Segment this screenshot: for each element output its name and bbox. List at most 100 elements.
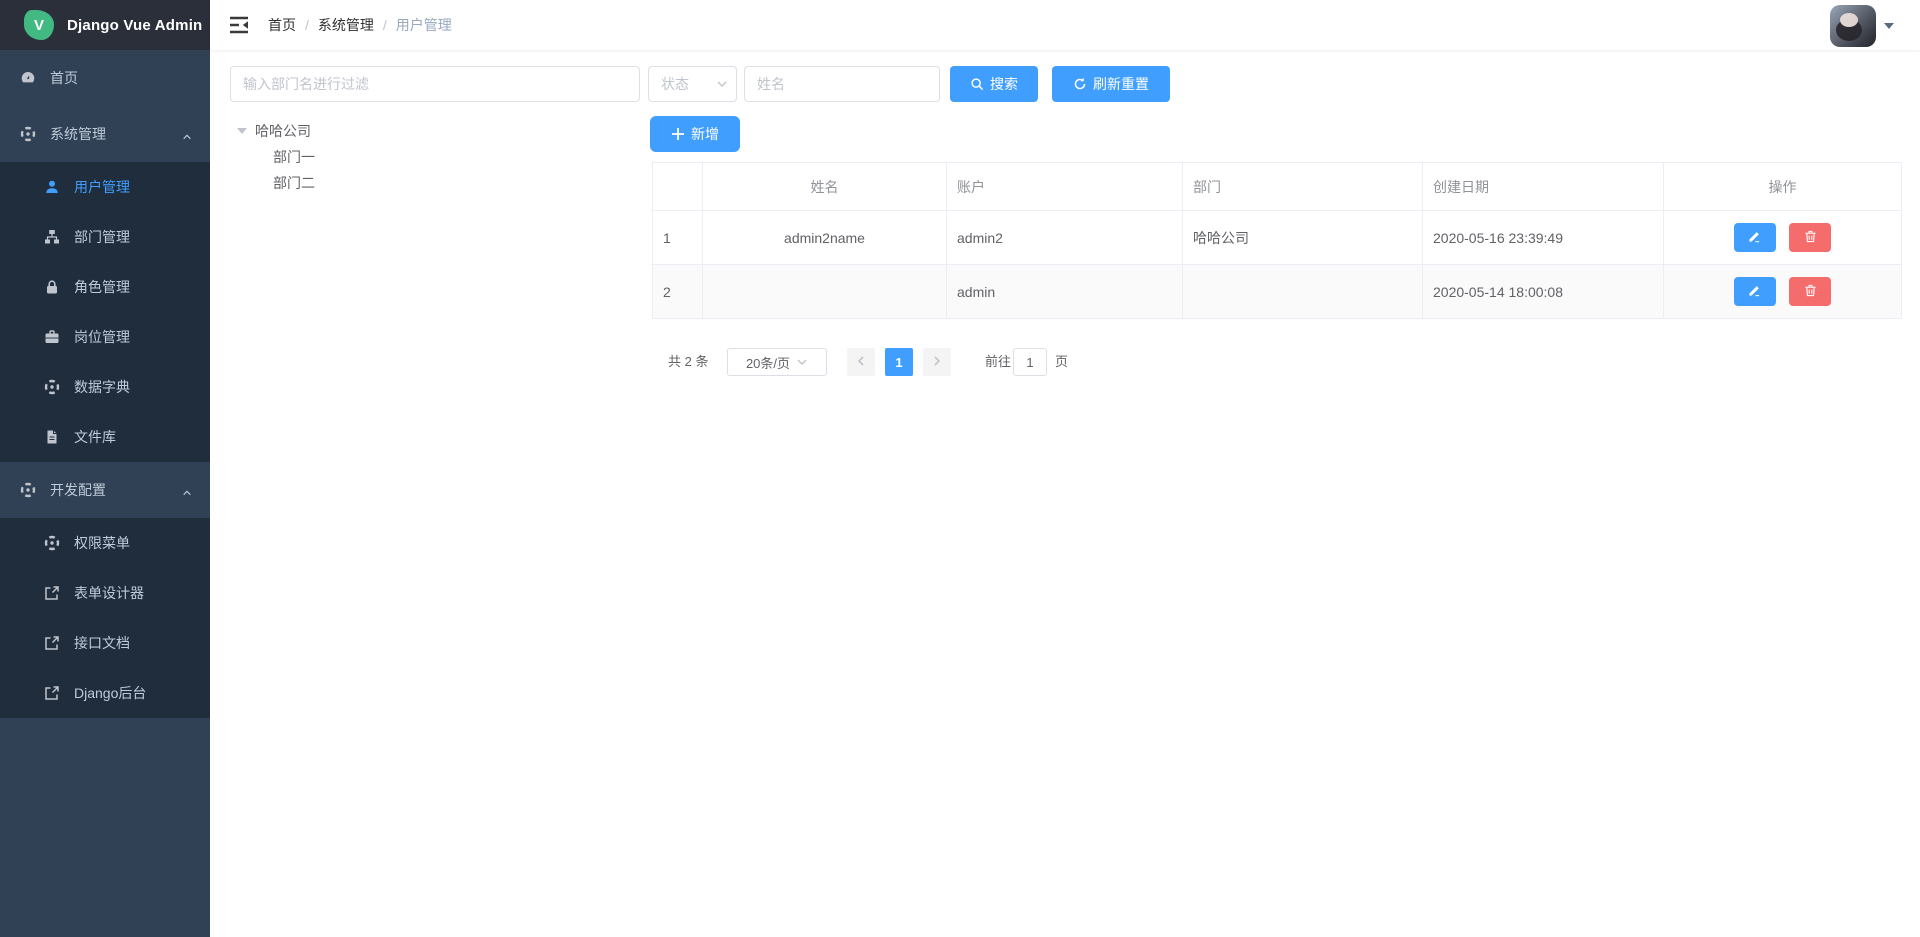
sidebar-item-label: Django后台	[74, 683, 146, 703]
breadcrumb-separator: /	[305, 17, 309, 33]
tree-node-label[interactable]: 哈哈公司	[255, 121, 311, 141]
breadcrumb-item-current: 用户管理	[396, 15, 452, 35]
app-window: V Django Vue Admin 首页 系统管理	[0, 0, 1920, 937]
table-row: 1 admin2name admin2 哈哈公司 2020-05-16 23:3…	[653, 211, 1902, 265]
next-page-button[interactable]	[923, 348, 951, 376]
sidebar-item-label: 首页	[50, 68, 78, 88]
external-link-icon	[44, 585, 60, 601]
cell-created: 2020-05-16 23:39:49	[1423, 211, 1664, 265]
search-icon	[970, 77, 984, 91]
sidebar-fold-icon[interactable]	[228, 14, 250, 36]
cell-index: 2	[653, 265, 703, 319]
column-header-account: 账户	[947, 163, 1183, 211]
component-icon	[20, 126, 36, 142]
plus-icon	[671, 127, 685, 141]
sidebar-item-roles[interactable]: 角色管理	[0, 262, 210, 312]
avatar[interactable]	[1830, 5, 1876, 47]
page-size-value: 20条/页	[746, 353, 790, 372]
chevron-right-icon	[931, 355, 943, 370]
tree-expand-caret-icon[interactable]	[237, 128, 247, 134]
cell-actions	[1664, 211, 1902, 265]
sidebar-item-form-designer[interactable]: 表单设计器	[0, 568, 210, 618]
sidebar-item-users[interactable]: 用户管理	[0, 162, 210, 212]
status-select-placeholder: 状态	[661, 74, 716, 94]
sidebar-item-label: 部门管理	[74, 227, 130, 247]
breadcrumb-item-home[interactable]: 首页	[268, 15, 296, 35]
topbar: 首页 / 系统管理 / 用户管理	[210, 0, 1920, 50]
page-size-select[interactable]: 20条/页	[727, 348, 827, 376]
column-header-index	[653, 163, 703, 211]
cell-account: admin	[947, 265, 1183, 319]
briefcase-icon	[44, 329, 60, 345]
sidebar-item-label: 数据字典	[74, 377, 130, 397]
tree-node-label[interactable]: 部门一	[273, 147, 315, 167]
sidebar-group-label: 系统管理	[50, 124, 106, 144]
component-icon	[44, 379, 60, 395]
app-logo-icon: V	[24, 10, 54, 40]
goto-page-input[interactable]	[1013, 348, 1047, 376]
sidebar-item-django-admin[interactable]: Django后台	[0, 668, 210, 718]
logo-header[interactable]: V Django Vue Admin	[0, 0, 210, 50]
column-header-actions: 操作	[1664, 163, 1902, 211]
sidebar-item-label: 用户管理	[74, 177, 130, 197]
cell-name: admin2name	[703, 211, 947, 265]
tree-node-root[interactable]: 哈哈公司	[237, 118, 311, 144]
sidebar-item-label: 接口文档	[74, 633, 130, 653]
sidebar-item-files[interactable]: 文件库	[0, 412, 210, 462]
user-icon	[44, 179, 60, 195]
tree-node-child[interactable]: 部门一	[273, 144, 315, 170]
caret-down-icon	[1884, 23, 1894, 29]
edit-button[interactable]	[1734, 277, 1776, 306]
add-user-button[interactable]: 新增	[650, 116, 740, 152]
name-filter-input[interactable]	[744, 66, 940, 102]
chevron-down-icon	[796, 356, 808, 368]
component-icon	[20, 482, 36, 498]
cell-actions	[1664, 265, 1902, 319]
tree-node-child[interactable]: 部门二	[273, 170, 315, 196]
sidebar-item-departments[interactable]: 部门管理	[0, 212, 210, 262]
sidebar-item-dictionary[interactable]: 数据字典	[0, 362, 210, 412]
external-link-icon	[44, 685, 60, 701]
delete-button[interactable]	[1789, 277, 1831, 306]
sidebar-item-api-docs[interactable]: 接口文档	[0, 618, 210, 668]
sidebar-submenu-devconfig: 权限菜单 表单设计器 接口文档	[0, 518, 210, 718]
column-header-created: 创建日期	[1423, 163, 1664, 211]
search-button-label: 搜索	[990, 74, 1018, 94]
tree-node-label[interactable]: 部门二	[273, 173, 315, 193]
sidebar-group-system[interactable]: 系统管理	[0, 106, 210, 162]
sidebar-item-home[interactable]: 首页	[0, 50, 210, 106]
sidebar-item-permission-menu[interactable]: 权限菜单	[0, 518, 210, 568]
page-number-button[interactable]: 1	[885, 348, 913, 376]
cell-index: 1	[653, 211, 703, 265]
sidebar-group-devconfig[interactable]: 开发配置	[0, 462, 210, 518]
refresh-reset-button[interactable]: 刷新重置	[1052, 66, 1170, 102]
search-button[interactable]: 搜索	[950, 66, 1038, 102]
table-header-row: 姓名 账户 部门 创建日期 操作	[653, 163, 1902, 211]
document-icon	[44, 429, 60, 445]
breadcrumb-item-system[interactable]: 系统管理	[318, 15, 374, 35]
table-row: 2 admin 2020-05-14 18:00:08	[653, 265, 1902, 319]
edit-pencil-icon	[1748, 284, 1761, 300]
sidebar-item-label: 表单设计器	[74, 583, 144, 603]
users-table: 姓名 账户 部门 创建日期 操作 1 admin2name admin2 哈哈公…	[652, 162, 1901, 319]
edit-button[interactable]	[1734, 223, 1776, 252]
chevron-left-icon	[855, 355, 867, 370]
chevron-down-icon	[716, 78, 728, 90]
cell-dept	[1183, 265, 1423, 319]
dashboard-icon	[20, 70, 36, 86]
cell-created: 2020-05-14 18:00:08	[1423, 265, 1664, 319]
sidebar-item-label: 岗位管理	[74, 327, 130, 347]
sidebar-item-label: 角色管理	[74, 277, 130, 297]
user-avatar-dropdown[interactable]	[1830, 5, 1894, 47]
department-filter-input[interactable]	[230, 66, 640, 102]
prev-page-button[interactable]	[847, 348, 875, 376]
sidebar-item-positions[interactable]: 岗位管理	[0, 312, 210, 362]
sidebar-submenu-system: 用户管理 部门管理 角色管理	[0, 162, 210, 462]
column-header-dept: 部门	[1183, 163, 1423, 211]
sidebar-group-label: 开发配置	[50, 480, 106, 500]
sidebar-menu: 首页 系统管理 用户管理	[0, 50, 210, 718]
delete-button[interactable]	[1789, 223, 1831, 252]
page-unit-label: 页	[1055, 348, 1068, 376]
component-icon	[44, 535, 60, 551]
status-select[interactable]: 状态	[648, 66, 737, 102]
